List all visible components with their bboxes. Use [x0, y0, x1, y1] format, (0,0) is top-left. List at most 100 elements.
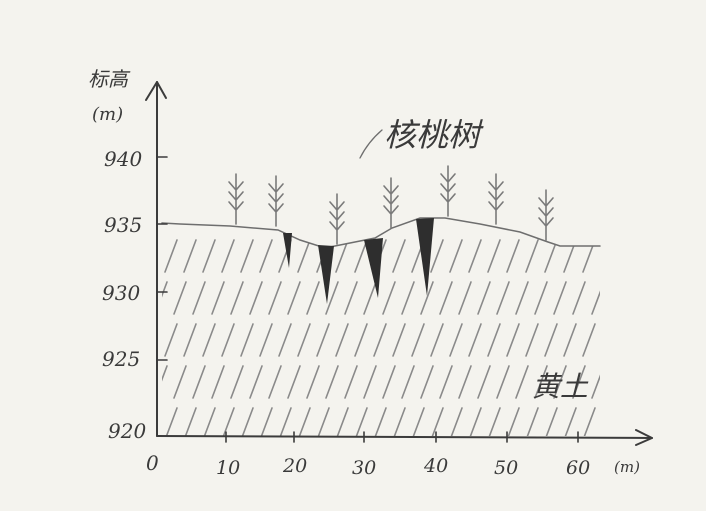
walnut-trees [228, 165, 554, 245]
hatch-stroke [525, 239, 539, 273]
hatch-stroke [287, 365, 301, 399]
hatch-stroke [563, 407, 577, 436]
hatch-stroke [221, 239, 235, 273]
hatch-stroke [297, 239, 311, 273]
x-tick-label-20: 20 [282, 455, 307, 477]
hatch-stroke [344, 365, 358, 399]
hatch-stroke [221, 407, 235, 436]
hatch-stroke [602, 240, 614, 272]
hatch-stroke [582, 407, 596, 436]
hatch-stroke [621, 240, 633, 272]
hatch-stroke [192, 281, 206, 315]
x-tick-label-50: 50 [494, 457, 518, 479]
hatch-stroke [392, 407, 406, 436]
hatch-stroke [335, 323, 349, 357]
hatch-stroke [458, 281, 472, 315]
hatch-stroke [249, 365, 263, 399]
hatch-stroke [525, 323, 539, 357]
hatch-stroke [487, 407, 501, 436]
loess-soil-hatching [162, 239, 642, 440]
hatch-stroke [316, 407, 330, 436]
hatch-stroke [515, 365, 529, 399]
walnut-tree [488, 173, 504, 225]
walnut-tree [383, 177, 399, 229]
hatch-stroke [344, 281, 358, 315]
x-tick-label-10: 10 [216, 457, 240, 479]
hatch-stroke [496, 365, 510, 399]
hatch-stroke [287, 281, 301, 315]
hatch-stroke [430, 323, 444, 357]
y-tick-label-930: 930 [102, 281, 140, 305]
hatch-stroke [240, 323, 254, 357]
hatch-stroke [173, 365, 187, 399]
hatch-stroke [278, 323, 292, 357]
hatch-stroke [553, 281, 567, 315]
hatch-stroke [392, 239, 406, 273]
hatch-stroke [401, 281, 415, 315]
tree-label-leader [359, 129, 383, 159]
hatch-stroke [439, 281, 453, 315]
hatch-stroke [164, 323, 178, 357]
hatch-stroke [506, 407, 520, 436]
hatch-stroke [496, 281, 510, 315]
hatch-stroke [591, 365, 600, 399]
terrain-cross-section-sketch: 标高 (m) 940 935 930 925 920 0 10 20 30 40… [88, 67, 653, 479]
hatch-stroke [164, 239, 178, 273]
hatch-stroke [278, 407, 292, 436]
hatch-stroke [630, 366, 642, 398]
hatch-stroke [487, 323, 501, 357]
hatch-stroke [373, 407, 387, 436]
y-tick-label-935: 935 [104, 213, 142, 237]
hatch-stroke [306, 281, 320, 315]
hatch-stroke [202, 323, 216, 357]
hatch-stroke [401, 365, 415, 399]
walnut-tree [538, 189, 554, 241]
walnut-tree [228, 173, 244, 225]
loess-soil-label: 黄土 [532, 370, 589, 403]
x-tick-label-0: 0 [146, 451, 159, 475]
y-tick-label-920: 920 [108, 419, 146, 443]
hatch-stroke [240, 239, 254, 273]
hatch-stroke [363, 281, 377, 315]
hatch-stroke [439, 365, 453, 399]
hatch-stroke [602, 408, 614, 440]
crack-2 [318, 245, 334, 304]
hatch-stroke [259, 407, 273, 436]
hatch-stroke [392, 323, 406, 357]
hatch-stroke [563, 323, 577, 357]
x-tick-label-60: 60 [566, 457, 590, 479]
hatch-stroke [449, 239, 463, 273]
hatch-stroke [630, 282, 642, 314]
hatch-stroke [563, 239, 577, 273]
hatch-stroke [582, 239, 596, 273]
hatch-stroke [487, 239, 501, 273]
x-tick-label-40: 40 [423, 455, 448, 477]
y-tick-label-925: 925 [102, 347, 140, 371]
hatch-stroke [268, 281, 282, 315]
hatch-stroke [468, 323, 482, 357]
hatch-stroke [621, 324, 633, 356]
hatch-stroke [477, 281, 491, 315]
hatch-stroke [468, 407, 482, 436]
hatch-stroke [363, 365, 377, 399]
walnut-tree [440, 165, 456, 217]
hatch-stroke [506, 239, 520, 273]
hatch-stroke [430, 239, 444, 273]
hatch-stroke [354, 407, 368, 436]
hatch-stroke [621, 408, 633, 440]
hatch-stroke [183, 239, 197, 273]
hatch-stroke [430, 407, 444, 436]
hatch-stroke [449, 323, 463, 357]
hatch-stroke [534, 281, 548, 315]
hatch-stroke [611, 366, 623, 398]
hatch-stroke [183, 323, 197, 357]
hatch-stroke [582, 323, 596, 357]
hatch-stroke [458, 365, 472, 399]
hatch-stroke [525, 407, 539, 436]
hatch-stroke [373, 323, 387, 357]
walnut-tree [268, 175, 284, 227]
hatch-stroke [411, 323, 425, 357]
hatch-stroke [202, 239, 216, 273]
x-tick-label-30: 30 [352, 457, 376, 479]
y-axis-label-unit: (m) [92, 104, 123, 125]
